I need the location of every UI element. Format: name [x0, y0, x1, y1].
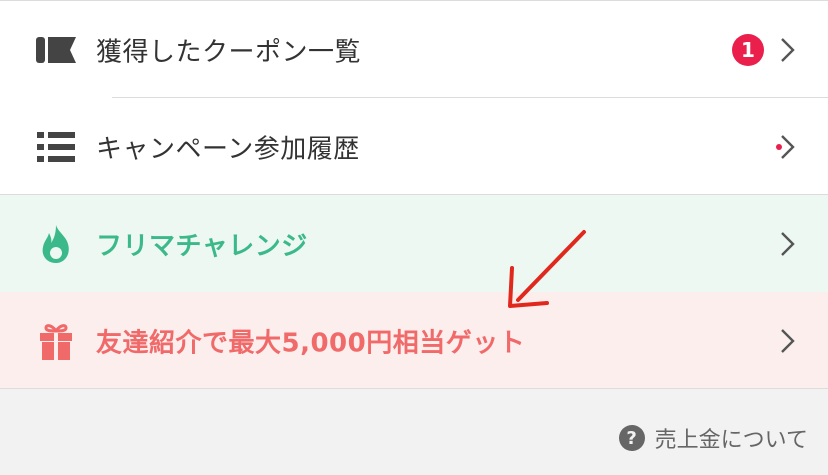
chevron-right-icon: [781, 231, 795, 256]
sales-help-link[interactable]: ? 売上金について: [618, 422, 808, 454]
coupon-icon: [36, 30, 76, 70]
flame-icon: [36, 224, 76, 264]
chevron-right-icon: [781, 134, 795, 159]
menu-item-furima-challenge[interactable]: フリマチャレンジ: [0, 195, 828, 292]
footer: ? 売上金について: [0, 390, 828, 475]
menu-list: 獲得したクーポン一覧 1 キャンペーン参加履歴 フリマチャレンジ 友達紹介で最大…: [0, 0, 828, 389]
menu-item-label: フリマチャレンジ: [96, 231, 308, 261]
notification-badge: 1: [732, 33, 764, 66]
menu-item-campaign-history[interactable]: キャンペーン参加履歴: [0, 98, 828, 195]
help-icon: ?: [618, 425, 645, 451]
chevron-right-icon: [781, 37, 795, 62]
menu-item-label: 獲得したクーポン一覧: [96, 37, 362, 67]
menu-item-friend-referral[interactable]: 友達紹介で最大5,000円相当ゲット: [0, 292, 828, 389]
menu-item-label: 友達紹介で最大5,000円相当ゲット: [96, 328, 526, 358]
list-icon: [36, 127, 76, 167]
sales-help-label: 売上金について: [654, 428, 808, 453]
chevron-right-icon: [781, 328, 795, 353]
gift-icon: [36, 321, 76, 361]
menu-item-coupons[interactable]: 獲得したクーポン一覧 1: [0, 0, 828, 98]
menu-item-label: キャンペーン参加履歴: [96, 134, 360, 164]
divider: [0, 388, 828, 389]
